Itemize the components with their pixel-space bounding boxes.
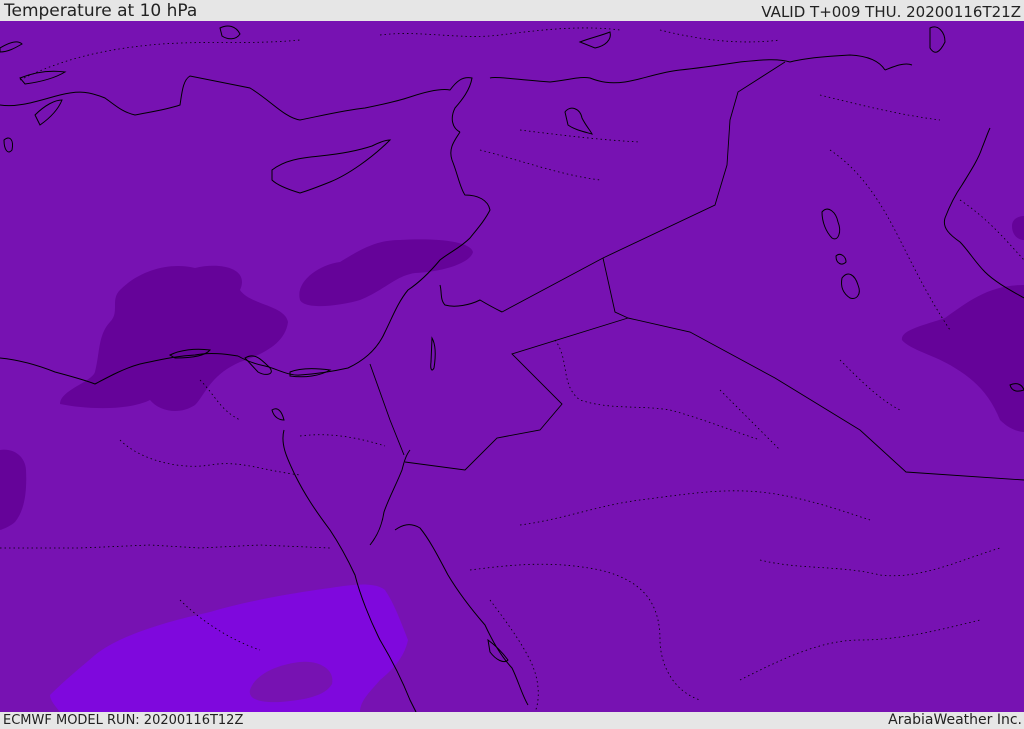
map-title: Temperature at 10 hPa xyxy=(4,1,198,21)
map-canvas xyxy=(0,21,1024,712)
credit-text: ArabiaWeather Inc. xyxy=(888,712,1022,728)
valid-time: VALID T+009 THU. 20200116T21Z xyxy=(761,3,1021,21)
weather-map[interactable] xyxy=(0,21,1024,712)
footer-bar: ECMWF MODEL RUN: 20200116T12Z ArabiaWeat… xyxy=(0,712,1024,729)
header-bar: Temperature at 10 hPa VALID T+009 THU. 2… xyxy=(0,0,1024,21)
model-run: ECMWF MODEL RUN: 20200116T12Z xyxy=(3,713,244,728)
